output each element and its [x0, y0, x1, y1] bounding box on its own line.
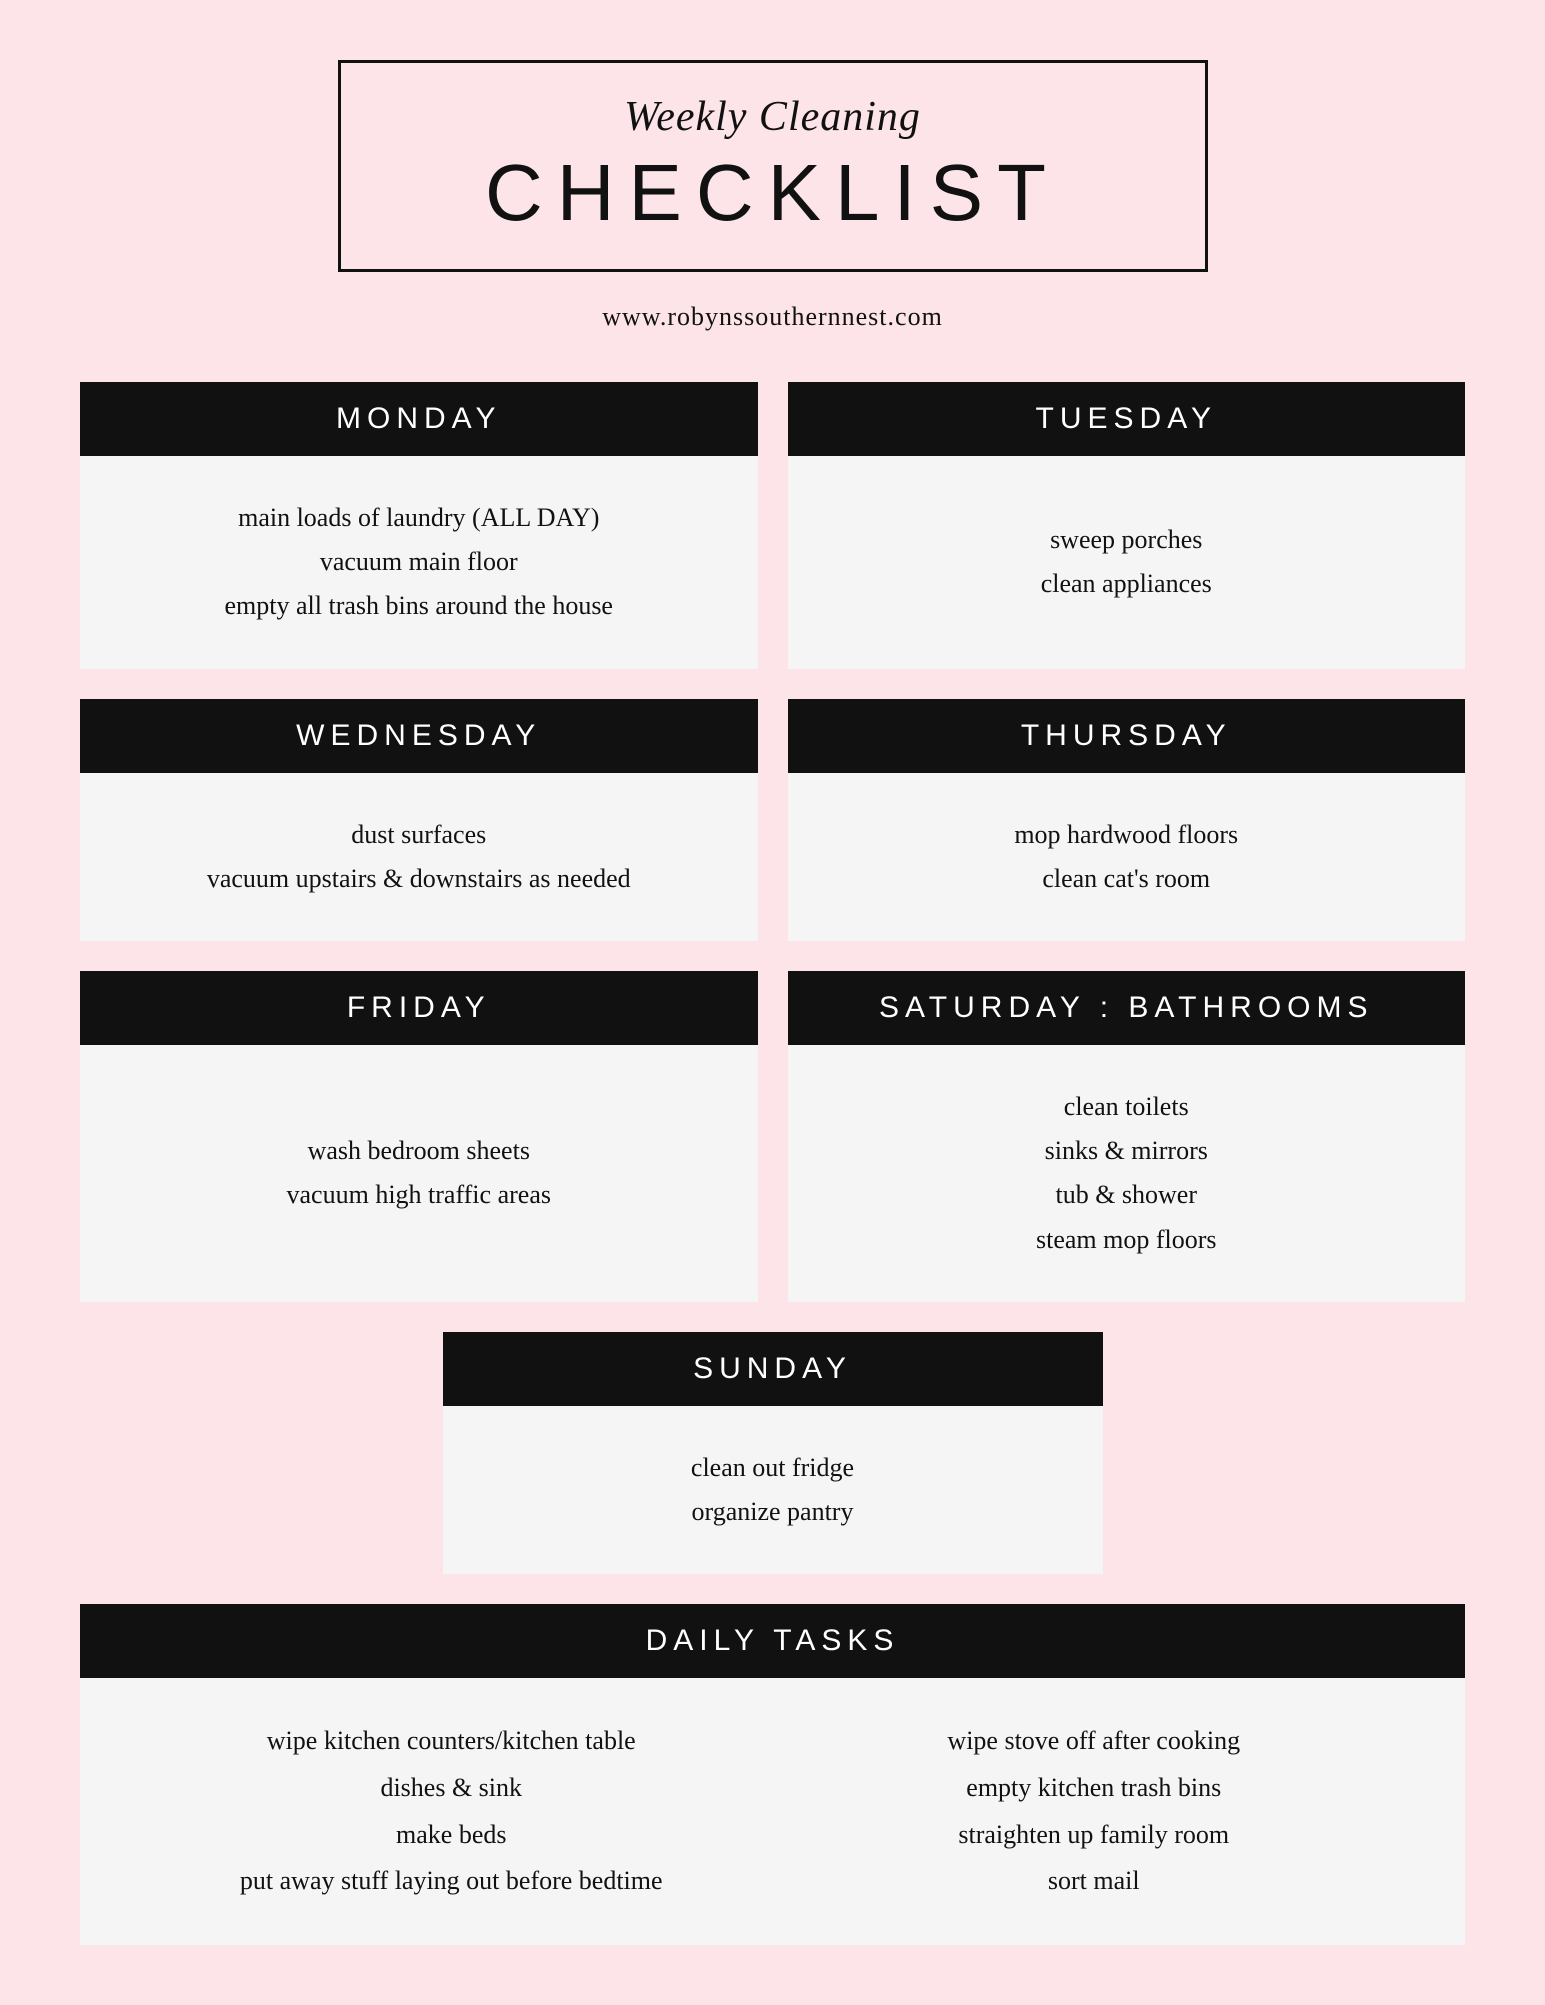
sunday-body: clean out fridgeorganize pantry: [443, 1406, 1103, 1574]
daily-body: wipe kitchen counters/kitchen tabledishe…: [80, 1678, 1465, 1945]
tuesday-tasks: sweep porchesclean appliances: [1041, 518, 1212, 606]
main-content: MONDAY main loads of laundry (ALL DAY)va…: [80, 382, 1465, 1945]
tuesday-body: sweep porchesclean appliances: [788, 456, 1466, 669]
daily-card: DAILY TASKS wipe kitchen counters/kitche…: [80, 1604, 1465, 1945]
saturday-header: SATURDAY : BATHROOMS: [788, 971, 1466, 1045]
header-box: Weekly Cleaning CHECKLIST: [338, 60, 1208, 272]
thursday-tasks: mop hardwood floorsclean cat's room: [1014, 813, 1238, 901]
friday-body: wash bedroom sheetsvacuum high traffic a…: [80, 1045, 758, 1302]
wednesday-card: WEDNESDAY dust surfacesvacuum upstairs &…: [80, 699, 758, 941]
row-3: FRIDAY wash bedroom sheetsvacuum high tr…: [80, 971, 1465, 1302]
saturday-tasks: clean toiletssinks & mirrorstub & shower…: [1036, 1085, 1217, 1262]
saturday-body: clean toiletssinks & mirrorstub & shower…: [788, 1045, 1466, 1302]
daily-right: wipe stove off after cookingempty kitche…: [783, 1718, 1406, 1905]
sunday-header: SUNDAY: [443, 1332, 1103, 1406]
wednesday-tasks: dust surfacesvacuum upstairs & downstair…: [207, 813, 631, 901]
thursday-card: THURSDAY mop hardwood floorsclean cat's …: [788, 699, 1466, 941]
daily-left: wipe kitchen counters/kitchen tabledishe…: [140, 1718, 763, 1905]
thursday-body: mop hardwood floorsclean cat's room: [788, 773, 1466, 941]
saturday-card: SATURDAY : BATHROOMS clean toiletssinks …: [788, 971, 1466, 1302]
row-1: MONDAY main loads of laundry (ALL DAY)va…: [80, 382, 1465, 669]
friday-card: FRIDAY wash bedroom sheetsvacuum high tr…: [80, 971, 758, 1302]
website-url: www.robynssouthernnest.com: [602, 302, 943, 332]
sunday-card: SUNDAY clean out fridgeorganize pantry: [443, 1332, 1103, 1574]
monday-card: MONDAY main loads of laundry (ALL DAY)va…: [80, 382, 758, 669]
row-2: WEDNESDAY dust surfacesvacuum upstairs &…: [80, 699, 1465, 941]
monday-header: MONDAY: [80, 382, 758, 456]
monday-tasks: main loads of laundry (ALL DAY)vacuum ma…: [225, 496, 613, 629]
wednesday-body: dust surfacesvacuum upstairs & downstair…: [80, 773, 758, 941]
sunday-tasks: clean out fridgeorganize pantry: [691, 1446, 854, 1534]
monday-body: main loads of laundry (ALL DAY)vacuum ma…: [80, 456, 758, 669]
tuesday-header: TUESDAY: [788, 382, 1466, 456]
sunday-wrapper: SUNDAY clean out fridgeorganize pantry: [80, 1332, 1465, 1574]
tuesday-card: TUESDAY sweep porchesclean appliances: [788, 382, 1466, 669]
daily-header: DAILY TASKS: [80, 1604, 1465, 1678]
friday-header: FRIDAY: [80, 971, 758, 1045]
header-subtitle: Weekly Cleaning: [401, 93, 1145, 141]
thursday-header: THURSDAY: [788, 699, 1466, 773]
friday-tasks: wash bedroom sheetsvacuum high traffic a…: [287, 1129, 551, 1217]
header-title: CHECKLIST: [401, 147, 1145, 239]
wednesday-header: WEDNESDAY: [80, 699, 758, 773]
